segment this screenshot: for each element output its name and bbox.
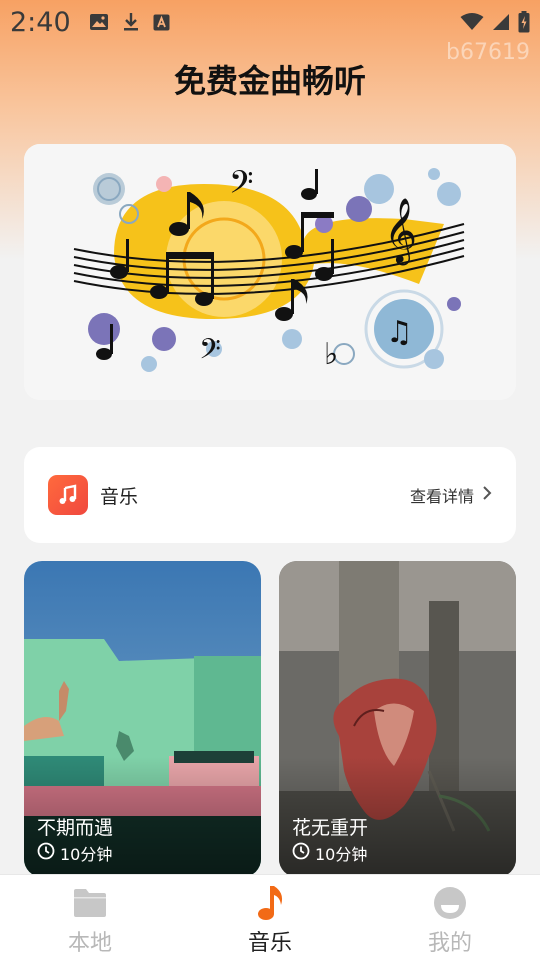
a-badge-icon: [153, 14, 170, 31]
folder-icon: [72, 883, 108, 923]
song-duration-text: 10分钟: [315, 845, 368, 864]
image-icon: [89, 13, 109, 31]
song-title: 花无重开: [292, 817, 369, 839]
music-note-app-icon: [48, 475, 88, 515]
nav-item-local[interactable]: 本地: [0, 875, 180, 960]
signal-icon: [492, 13, 510, 31]
view-details-label: 查看详情: [409, 487, 474, 506]
music-note-icon: [255, 883, 285, 923]
svg-text:♫: ♫: [386, 315, 413, 350]
song-duration-text: 10分钟: [60, 845, 113, 864]
system-icons: [460, 11, 530, 33]
music-notes-illustration: 𝄢 𝄢 𝄞 ♭ ♫: [24, 144, 516, 400]
nav-label: 本地: [67, 931, 112, 956]
nav-item-music[interactable]: 音乐: [180, 875, 360, 960]
nav-label: 音乐: [247, 931, 292, 956]
view-details-link[interactable]: 查看详情: [410, 483, 492, 507]
chevron-right-icon: [482, 485, 492, 505]
music-section-card[interactable]: 音乐 查看详情: [24, 447, 516, 543]
svg-text:𝄞: 𝄞: [384, 198, 417, 265]
download-icon: [123, 12, 139, 32]
song-duration: 10分钟: [37, 841, 112, 865]
song-duration: 10分钟: [292, 841, 367, 865]
svg-text:♭: ♭: [324, 337, 338, 372]
svg-text:𝄢: 𝄢: [229, 164, 253, 208]
wifi-icon: [460, 13, 484, 31]
page-title: 免费金曲畅听: [173, 62, 366, 100]
song-card[interactable]: 花无重开 10分钟: [279, 561, 516, 877]
profile-icon: [433, 883, 467, 923]
notification-icons: [89, 12, 170, 32]
song-card[interactable]: 不期而遇 10分钟: [24, 561, 261, 877]
banner-image[interactable]: 𝄢 𝄢 𝄞 ♭ ♫: [24, 144, 516, 400]
clock-icon: [292, 842, 310, 864]
nav-label: 我的: [427, 931, 472, 956]
song-title: 不期而遇: [37, 817, 114, 839]
section-label: 音乐: [100, 485, 139, 508]
clock-icon: [37, 842, 55, 864]
bottom-nav: 本地 音乐 我的: [0, 874, 540, 960]
battery-charging-icon: [518, 11, 530, 33]
nav-item-mine[interactable]: 我的: [360, 875, 540, 960]
svg-text:𝄢: 𝄢: [199, 333, 221, 373]
status-bar: 2:40: [0, 0, 540, 44]
status-time: 2:40: [10, 6, 71, 38]
